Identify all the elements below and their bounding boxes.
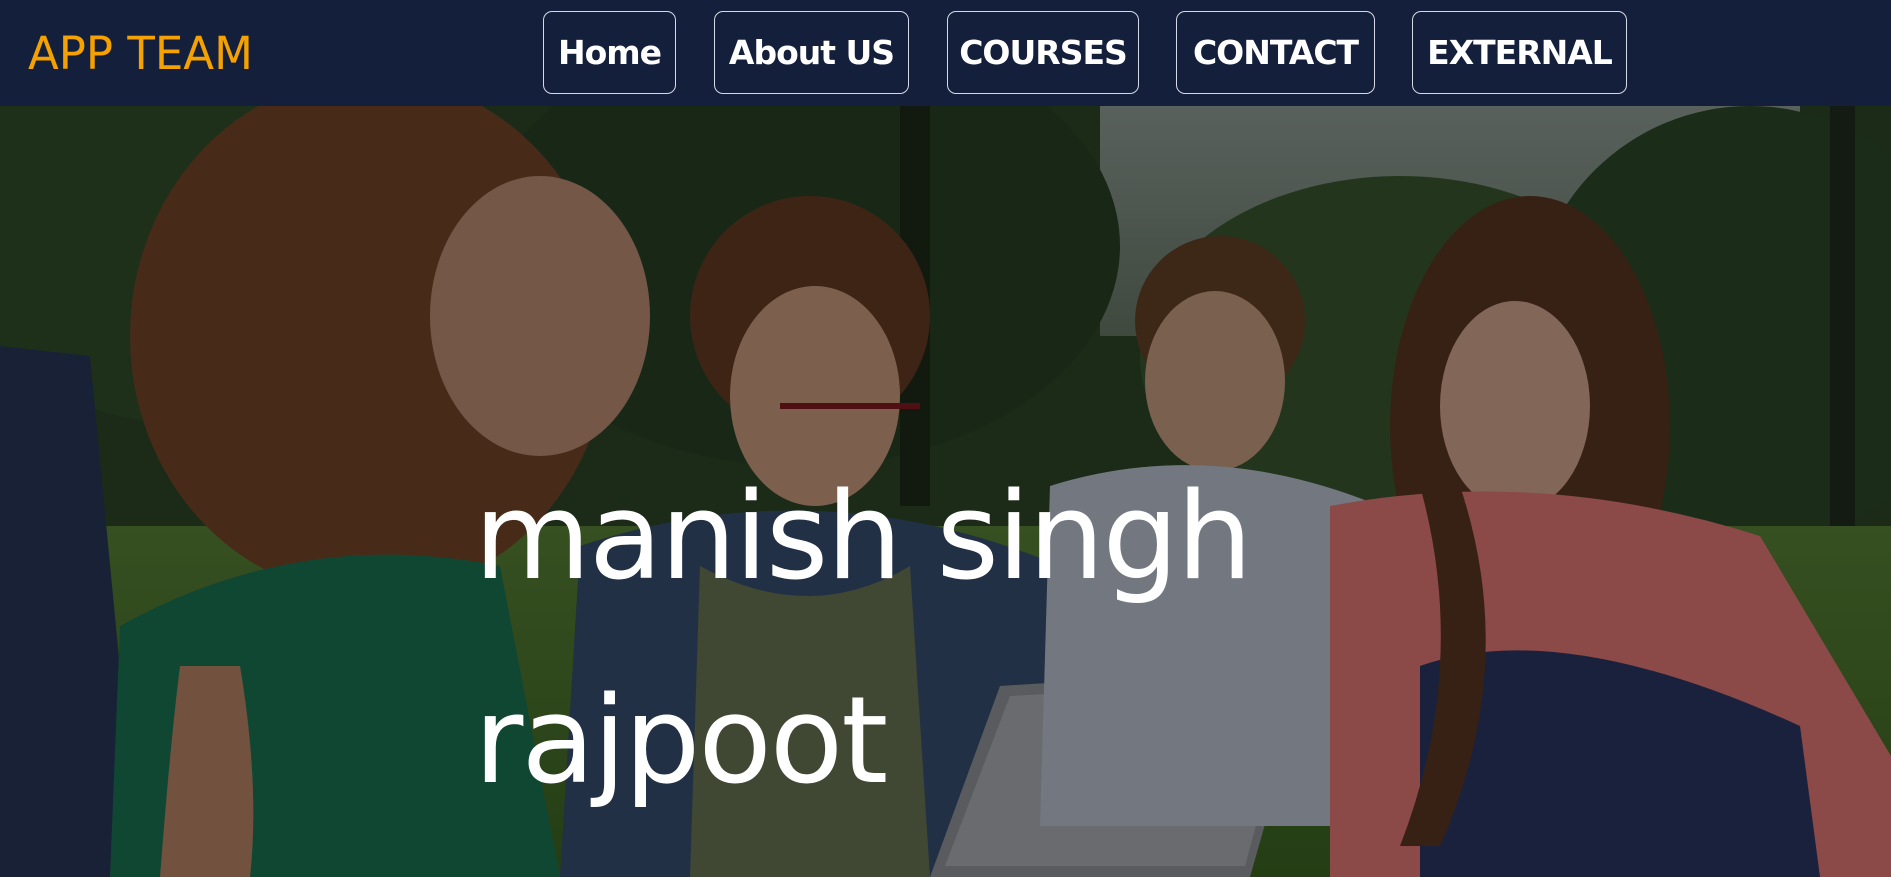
hero-section: manish singh rajpoot (0, 106, 1891, 877)
navbar: APP TEAM Home About US COURSES CONTACT E… (0, 0, 1891, 106)
nav-home-button[interactable]: Home (543, 11, 676, 94)
nav-courses-button[interactable]: COURSES (947, 11, 1139, 94)
hero-title: manish singh rajpoot (474, 468, 1253, 811)
nav-menu: Home About US COURSES CONTACT EXTERNAL (0, 0, 1891, 106)
nav-external-button[interactable]: EXTERNAL (1412, 11, 1627, 94)
nav-contact-button[interactable]: CONTACT (1176, 11, 1375, 94)
nav-about-button[interactable]: About US (714, 11, 909, 94)
